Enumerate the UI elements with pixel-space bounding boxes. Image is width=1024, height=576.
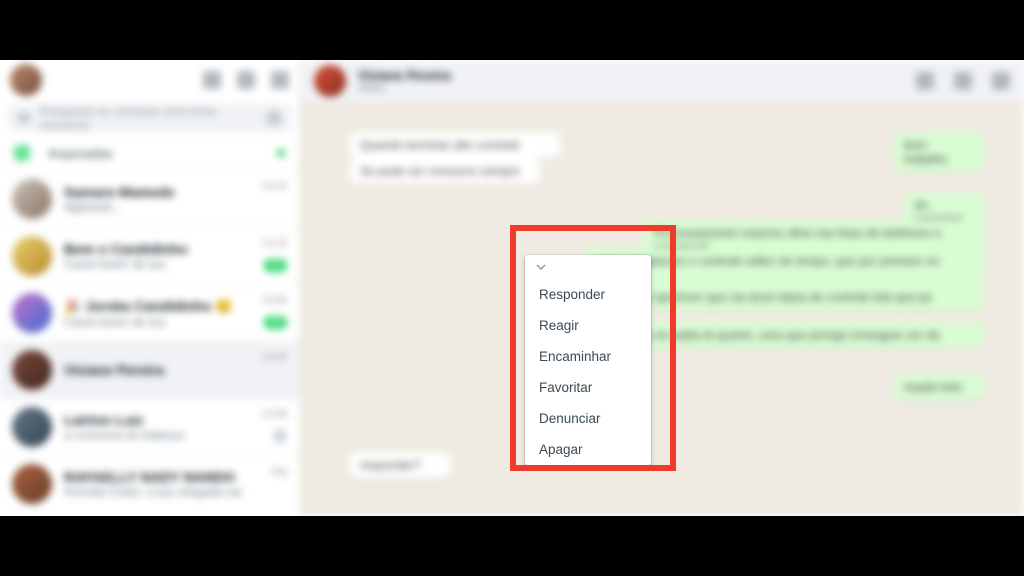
- letterbox-top: [0, 0, 1024, 60]
- chat-time: 14:23: [262, 181, 287, 192]
- message-out[interactable]: risada hein: [894, 374, 984, 400]
- message-in[interactable]: Quando terminar alto consiste: [350, 132, 560, 158]
- blurred-underlay: Pesquisar ou começar uma nova conversa A…: [0, 60, 1024, 516]
- chat-title: Samara Mamede: [64, 184, 287, 200]
- chevron-down-icon[interactable]: [525, 255, 651, 279]
- chat-list-item[interactable]: RAFAELLY NADY NANDO Permita Cristo: a tu…: [0, 455, 299, 512]
- ctx-forward[interactable]: Encaminhar: [525, 341, 651, 372]
- avatar: [12, 407, 52, 447]
- chat-subtitle: Canal haver de tua: [64, 257, 287, 271]
- new-chat-icon[interactable]: [237, 71, 255, 89]
- chat-list-item[interactable]: Bem o Candidinho Canal haver de tua 14:1…: [0, 227, 299, 284]
- sidebar-header-icons: [203, 71, 289, 89]
- sidebar-header: [0, 60, 299, 100]
- avatar: [12, 464, 52, 504]
- chat-list-item[interactable]: Samara Mamede digitando… 14:23: [0, 170, 299, 227]
- chat-title: Viviane Pereira: [64, 362, 287, 378]
- avatar: [12, 350, 52, 390]
- messages-area[interactable]: Quando terminar alto consiste Se pode se…: [300, 102, 1024, 516]
- search-chat-icon[interactable]: [954, 72, 972, 90]
- chat-time: seg: [271, 466, 287, 477]
- menu-icon[interactable]: [271, 71, 289, 89]
- message-out[interactable]: é que da na saida tá quanto, uma que pro…: [594, 322, 984, 348]
- ctx-delete[interactable]: Apagar: [525, 434, 651, 465]
- chat-time: 12:58: [262, 409, 287, 420]
- message-in[interactable]: Se pode ser consurso sempre: [350, 158, 540, 184]
- chat-title: 🎉 Jorska Candidinho 😊: [64, 298, 287, 315]
- search-placeholder: Pesquisar ou começar uma nova conversa: [40, 104, 267, 132]
- archived-indicator: [277, 149, 285, 157]
- status-icon[interactable]: [203, 71, 221, 89]
- chat-title: RAFAELLY NADY NANDO: [64, 469, 287, 485]
- archived-label: Arquivadas: [48, 146, 113, 161]
- chat-list-item[interactable]: Lairton Luiz a conversa do balanço 12:58: [0, 398, 299, 455]
- ctx-star[interactable]: Favoritar: [525, 372, 651, 403]
- chat-time: 13:56: [262, 295, 287, 306]
- contact-name: Viviane Pereira: [358, 68, 451, 83]
- message-out[interactable]: e o spectrum que via doze baixa de contr…: [624, 284, 984, 310]
- chat-subtitle: digitando…: [64, 200, 287, 214]
- chat-list-item[interactable]: 🎉 Jorska Candidinho 😊 Canal haver de tua…: [0, 284, 299, 341]
- message-context-menu: Responder Reagir Encaminhar Favoritar De…: [525, 255, 651, 465]
- unread-badge: 20: [264, 259, 287, 272]
- app-viewport: Pesquisar ou começar uma nova conversa A…: [0, 60, 1024, 516]
- filter-icon[interactable]: [267, 111, 281, 125]
- chat-subtitle: Canal haver de tua: [64, 315, 287, 329]
- letterbox-bottom: [0, 516, 1024, 576]
- contact-avatar[interactable]: [314, 65, 346, 97]
- more-icon[interactable]: [992, 72, 1010, 90]
- chat-panel: Viviane Pereira online Quando terminar a…: [300, 60, 1024, 516]
- chat-time: 13:40: [262, 352, 287, 363]
- unread-badge: 30: [264, 316, 287, 329]
- muted-icon: [273, 429, 287, 443]
- search-input[interactable]: Pesquisar ou começar uma nova conversa: [8, 104, 291, 132]
- chat-subtitle: Permita Cristo: a tua chegada vai: [64, 485, 287, 499]
- ctx-report[interactable]: Denunciar: [525, 403, 651, 434]
- message-in[interactable]: responder?: [350, 452, 450, 478]
- chat-header-icons: [916, 72, 1010, 90]
- chat-list-item[interactable]: Viviane Pereira 13:40: [0, 341, 299, 398]
- ctx-reply[interactable]: Responder: [525, 279, 651, 310]
- chat-time: 14:18: [262, 238, 287, 249]
- archived-row[interactable]: Arquivadas: [0, 136, 299, 170]
- sidebar: Pesquisar ou começar uma nova conversa A…: [0, 60, 300, 516]
- avatar: [12, 236, 52, 276]
- ctx-react[interactable]: Reagir: [525, 310, 651, 341]
- search-icon: [18, 112, 30, 124]
- chat-title: Bem o Candidinho: [64, 241, 287, 257]
- video-icon[interactable]: [916, 72, 934, 90]
- avatar: [12, 179, 52, 219]
- chat-header: Viviane Pereira online: [300, 60, 1024, 102]
- chat-subtitle: a conversa do balanço: [64, 428, 287, 442]
- avatar: [12, 293, 52, 333]
- contact-status: online: [358, 83, 451, 94]
- chat-title: Lairton Luiz: [64, 412, 287, 428]
- self-avatar[interactable]: [10, 64, 42, 96]
- message-out[interactable]: bom trabalho: [894, 132, 984, 172]
